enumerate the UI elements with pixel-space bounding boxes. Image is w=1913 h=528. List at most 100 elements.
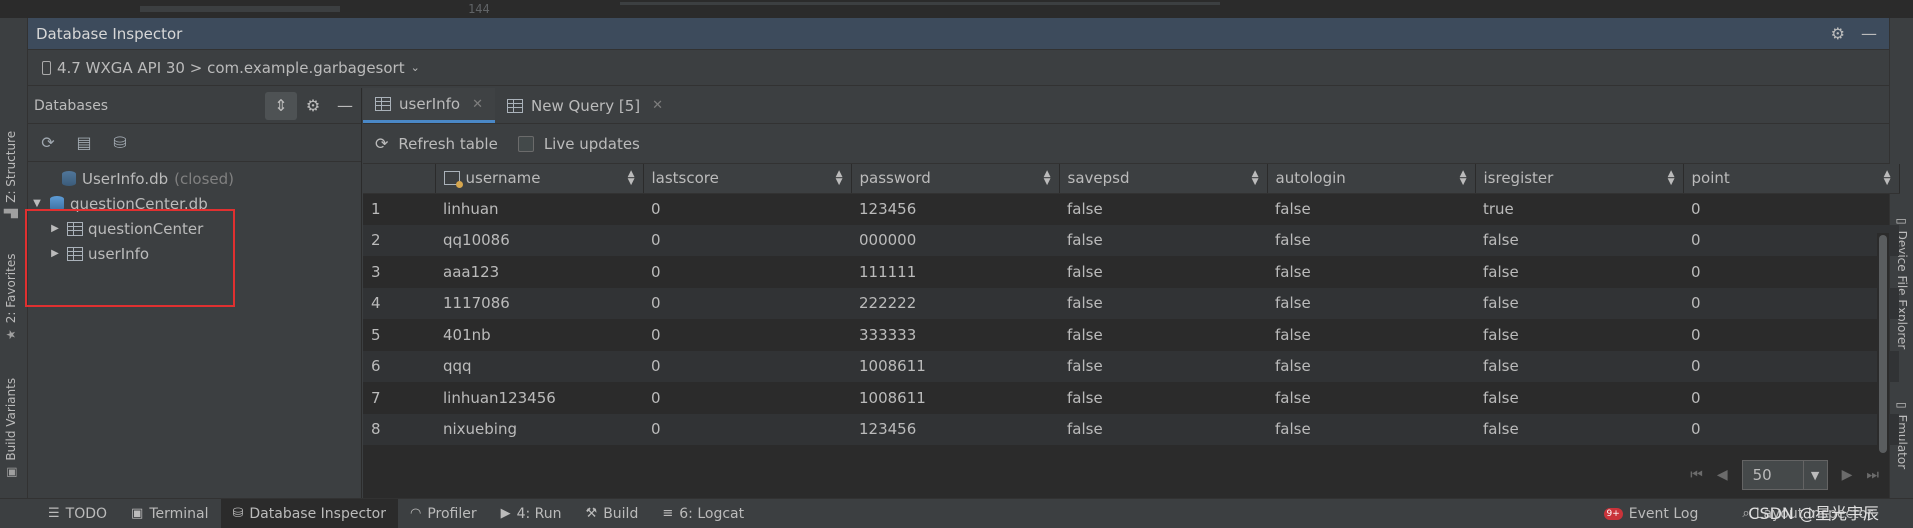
table-cell[interactable]: false — [1059, 224, 1267, 256]
last-page-icon[interactable]: ⏭ — [1866, 467, 1879, 483]
table-cell[interactable]: 0 — [1683, 413, 1899, 445]
table-cell[interactable]: 0 — [643, 319, 851, 351]
sort-icon[interactable]: ▲ ▼ — [1252, 170, 1259, 187]
tool-button-profiler[interactable]: ◠ Profiler — [398, 499, 489, 528]
table-cell[interactable]: qqq — [435, 350, 643, 382]
device-selector[interactable]: 4.7 WXGA API 30 > com.example.garbagesor… — [28, 50, 1889, 86]
tree-item-userinfo-db[interactable]: UserInfo.db (closed) — [28, 166, 361, 191]
table-cell[interactable]: 111111 — [851, 256, 1059, 288]
column-header-lastscore[interactable]: lastscore ▲ ▼ — [643, 164, 852, 194]
column-header-password[interactable]: password ▲ ▼ — [851, 164, 1060, 194]
table-cell[interactable]: 0 — [1683, 382, 1899, 414]
expand-arrow-icon[interactable]: ▼ — [30, 198, 44, 209]
collapse-arrow-icon[interactable]: ▶ — [48, 248, 62, 259]
table-cell[interactable]: false — [1475, 350, 1683, 382]
table-row[interactable]: 8 nixuebing 0 123456 false false false 0 — [363, 413, 1899, 445]
next-page-icon[interactable]: ▶ — [1842, 467, 1853, 483]
scrollbar-thumb[interactable] — [1879, 235, 1887, 453]
tree-item-userinfo-table[interactable]: ▶ userInfo — [28, 241, 361, 266]
collapse-arrow-icon[interactable]: ▶ — [48, 223, 62, 234]
table-cell[interactable]: 1008611 — [851, 382, 1059, 414]
refresh-icon[interactable]: ⟳ — [375, 134, 388, 153]
minimize-icon[interactable]: — — [1861, 24, 1877, 43]
table-cell[interactable]: false — [1475, 256, 1683, 288]
table-cell[interactable]: 0 — [1683, 256, 1899, 288]
table-cell[interactable]: 1117086 — [435, 287, 643, 319]
table-cell[interactable]: 0 — [643, 287, 851, 319]
table-cell[interactable]: 0 — [643, 256, 851, 288]
dropdown-arrow-icon[interactable]: ▼ — [1802, 461, 1827, 489]
tool-tab-build-variants[interactable]: ▣ Build Variants — [4, 378, 18, 478]
table-cell[interactable]: false — [1475, 382, 1683, 414]
table-cell[interactable]: false — [1475, 413, 1683, 445]
table-cell[interactable]: false — [1059, 413, 1267, 445]
table-cell[interactable]: 000000 — [851, 224, 1059, 256]
column-header-isregister[interactable]: isregister ▲ ▼ — [1475, 164, 1684, 194]
table-cell[interactable]: 0 — [1683, 193, 1899, 225]
table-cell[interactable]: 0 — [1683, 224, 1899, 256]
sort-icon[interactable]: ▲ ▼ — [1460, 170, 1467, 187]
page-size-select[interactable]: 50 ▼ — [1741, 460, 1828, 490]
table-cell[interactable]: false — [1267, 413, 1475, 445]
table-cell[interactable]: 0 — [643, 193, 851, 225]
table-cell[interactable]: false — [1267, 319, 1475, 351]
table-cell[interactable]: false — [1267, 193, 1475, 225]
column-header-savepsd[interactable]: savepsd ▲ ▼ — [1059, 164, 1268, 194]
table-cell[interactable]: 0 — [1683, 287, 1899, 319]
sort-icon[interactable]: ▲ ▼ — [1884, 170, 1891, 187]
table-cell[interactable]: 0 — [643, 224, 851, 256]
table-row[interactable]: 5 401nb 0 333333 false false false 0 — [363, 319, 1899, 351]
keep-connections-icon[interactable]: ⛁ — [108, 131, 132, 155]
collapse-all-icon[interactable]: ⇕ — [265, 91, 297, 120]
new-query-icon[interactable]: ▤ — [72, 131, 96, 155]
table-cell[interactable]: false — [1059, 382, 1267, 414]
tool-button-todo[interactable]: ☰ TODO — [36, 499, 119, 528]
table-cell[interactable]: aaa123 — [435, 256, 643, 288]
table-cell[interactable]: false — [1267, 256, 1475, 288]
close-icon[interactable]: ✕ — [652, 98, 663, 113]
close-icon[interactable]: ✕ — [472, 97, 483, 112]
table-cell[interactable]: nixuebing — [435, 413, 643, 445]
table-row[interactable]: 1 linhuan 0 123456 false false true 0 — [363, 193, 1899, 225]
tool-button-terminal[interactable]: ▣ Terminal — [119, 499, 220, 528]
table-row[interactable]: 6 qqq 0 1008611 false false false 0 — [363, 350, 1899, 382]
live-updates-checkbox[interactable] — [517, 135, 534, 152]
previous-page-icon[interactable]: ◀ — [1717, 467, 1728, 483]
table-cell[interactable]: 0 — [643, 350, 851, 382]
table-cell[interactable]: false — [1267, 224, 1475, 256]
table-cell[interactable]: 333333 — [851, 319, 1059, 351]
table-cell[interactable]: linhuan123456 — [435, 382, 643, 414]
vertical-scrollbar[interactable] — [1877, 233, 1889, 455]
panel-minimize-icon[interactable]: — — [329, 92, 361, 120]
sort-icon[interactable]: ▲ ▼ — [628, 170, 635, 187]
table-cell[interactable]: false — [1059, 193, 1267, 225]
tool-button-logcat[interactable]: ≡ 6: Logcat — [650, 499, 756, 528]
table-cell[interactable]: false — [1267, 382, 1475, 414]
tool-button-build[interactable]: ⚒ Build — [574, 499, 651, 528]
column-header-point[interactable]: point ▲ ▼ — [1683, 164, 1900, 194]
first-page-icon[interactable]: ⏮ — [1690, 467, 1703, 483]
refresh-table-button[interactable]: Refresh table — [398, 135, 497, 153]
refresh-schema-icon[interactable]: ⟳ — [36, 131, 60, 155]
table-cell[interactable]: 0 — [1683, 319, 1899, 351]
sort-icon[interactable]: ▲ ▼ — [836, 170, 843, 187]
panel-gear-icon[interactable]: ⚙ — [297, 92, 329, 120]
table-cell[interactable]: false — [1059, 350, 1267, 382]
table-cell[interactable]: qq10086 — [435, 224, 643, 256]
tree-item-questioncenter-db[interactable]: ▼ questionCenter.db — [28, 191, 361, 216]
table-row[interactable]: 2 qq10086 0 000000 false false false 0 — [363, 224, 1899, 256]
table-cell[interactable]: false — [1475, 224, 1683, 256]
column-header-username[interactable]: username ▲ ▼ — [435, 164, 644, 194]
sort-icon[interactable]: ▲ ▼ — [1668, 170, 1675, 187]
tool-tab-structure[interactable]: ▟ Z: Structure — [4, 131, 18, 218]
column-header-autologin[interactable]: autologin ▲ ▼ — [1267, 164, 1476, 194]
table-row[interactable]: 7 linhuan123456 0 1008611 false false fa… — [363, 382, 1899, 414]
table-cell[interactable]: false — [1059, 256, 1267, 288]
table-cell[interactable]: false — [1059, 287, 1267, 319]
table-cell[interactable]: linhuan — [435, 193, 643, 225]
table-cell[interactable]: 222222 — [851, 287, 1059, 319]
tool-button-run[interactable]: ▶ 4: Run — [489, 499, 574, 528]
table-cell[interactable]: 401nb — [435, 319, 643, 351]
table-row[interactable]: 4 1117086 0 222222 false false false 0 — [363, 287, 1899, 319]
event-log-button[interactable]: 9+ Event Log — [1592, 499, 1711, 528]
